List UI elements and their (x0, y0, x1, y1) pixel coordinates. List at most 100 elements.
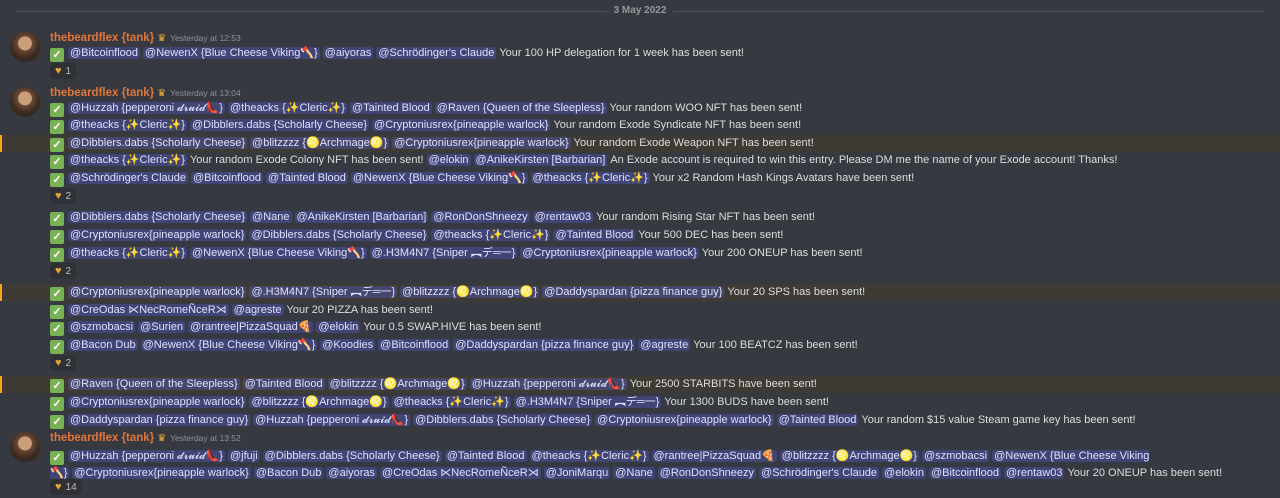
user-mention[interactable]: @blitzzzz {♌Archmage♌} (779, 450, 919, 462)
user-mention[interactable]: @Dibblers.dabs {Scholarly Cheese} (249, 229, 429, 241)
user-mention[interactable]: @Cryptoniusrex{pineapple warlock} (595, 414, 774, 426)
user-mention[interactable]: @Nane (613, 467, 655, 479)
user-mention[interactable]: @theacks {✨Cleric✨} (529, 450, 649, 462)
user-mention[interactable]: @.H3M4N7 {Sniper ︻デ═一} (513, 396, 662, 408)
user-mention[interactable]: @aiyoras (322, 47, 374, 59)
user-mention[interactable]: @Huzzah {pepperoni 𝓭𝓻𝓾𝓲𝓭👠} (253, 414, 411, 426)
user-mention[interactable]: @.H3M4N7 {Sniper ︻デ═一} (249, 286, 398, 298)
message-header: thebeardflex {tank} ♛ Yesterday at 13:52 (50, 431, 241, 445)
user-mention[interactable]: @elokin (316, 321, 361, 333)
user-mention[interactable]: @Cryptoniusrex{pineapple warlock} (68, 396, 247, 408)
user-mention[interactable]: @CreOdas ⋉NecRomeÑceR⋊ (68, 304, 229, 316)
user-mention[interactable]: @theacks {✨Cleric✨} (68, 154, 187, 166)
user-mention[interactable]: @Daddyspardan {pizza finance guy} (542, 286, 725, 298)
reaction-button[interactable]: ♥ 2 (50, 188, 77, 204)
user-mention[interactable]: @Daddyspardan {pizza finance guy} (68, 414, 251, 426)
user-mention[interactable]: @NewenX {Blue Cheese Viking🪓} (143, 47, 320, 59)
user-mention[interactable]: @Dibblers.dabs {Scholarly Cheese} (262, 450, 442, 462)
user-mention[interactable]: @Dibblers.dabs {Scholarly Cheese} (189, 119, 370, 131)
user-mention[interactable]: @Tainted Blood (266, 172, 348, 184)
author-name[interactable]: thebeardflex {tank} (50, 32, 154, 44)
user-mention[interactable]: @Cryptoniusrex{pineapple warlock} (372, 119, 551, 131)
reaction-button[interactable]: ♥ 2 (50, 355, 77, 371)
user-mention[interactable]: @rentaw03 (532, 211, 594, 223)
user-mention[interactable]: @Tainted Blood (349, 102, 432, 114)
reaction-button[interactable]: ♥ 14 (50, 479, 82, 495)
message-text: Your random Exode Syndicate NFT has been… (553, 119, 802, 131)
author-name[interactable]: thebeardflex {tank} (50, 87, 154, 99)
user-mention[interactable]: @Bitcoinflood (68, 47, 141, 59)
user-mention[interactable]: @Raven {Queen of the Sleepless} (434, 102, 607, 114)
check-mark-icon: ✓ (50, 138, 64, 152)
user-mention[interactable]: @blitzzzz {♌Archmage♌} (400, 286, 540, 298)
user-mention[interactable]: @theacks {✨Cleric✨} (431, 229, 551, 241)
user-mention[interactable]: @Cryptoniusrex{pineapple warlock} (68, 286, 247, 298)
user-mention[interactable]: @Cryptoniusrex{pineapple warlock} (520, 247, 699, 259)
user-mention[interactable]: @theacks {✨Cleric✨} (227, 102, 347, 114)
user-mention[interactable]: @Bitcoinflood (191, 172, 264, 184)
user-mention[interactable]: @Dibblers.dabs {Scholarly Cheese} (68, 137, 248, 149)
user-mention[interactable]: @theacks {✨Cleric✨} (391, 396, 511, 408)
user-mention[interactable]: @Huzzah {pepperoni 𝓭𝓻𝓾𝓲𝓭👠} (68, 450, 225, 462)
author-name[interactable]: thebeardflex {tank} (50, 432, 154, 444)
user-mention[interactable]: @AnikeKirsten [Barbarian] (294, 211, 429, 223)
user-mention[interactable]: @theacks {✨Cleric✨} (68, 247, 187, 259)
user-mention[interactable]: @Schrödinger's Claude (759, 467, 880, 479)
user-mention[interactable]: @Raven {Queen of the Sleepless} (68, 378, 240, 390)
user-mention[interactable]: @blitzzzz {♌Archmage♌} (250, 137, 390, 149)
user-mention[interactable]: @agreste (638, 339, 691, 351)
user-mention[interactable]: @blitzzzz {♌Archmage♌} (327, 378, 467, 390)
user-mention[interactable]: @Tainted Blood (444, 450, 527, 462)
user-mention[interactable]: @CreOdas ⋉NecRomeÑceR⋊ (380, 467, 541, 479)
user-mention[interactable]: @agreste (231, 304, 284, 316)
user-mention[interactable]: @NewenX {Blue Cheese Viking🪓} (189, 247, 367, 259)
user-mention[interactable]: @Koodies (320, 339, 376, 351)
user-mention[interactable]: @Tainted Blood (776, 414, 859, 426)
user-mention[interactable]: @Cryptoniusrex{pineapple warlock} (72, 467, 251, 479)
user-mention[interactable]: @szmobacsi (921, 450, 990, 462)
reaction-button[interactable]: ♥ 1 (50, 63, 77, 79)
user-mention[interactable]: @elokin (882, 467, 926, 479)
user-mention[interactable]: @Surien (138, 321, 186, 333)
user-mention[interactable]: @Tainted Blood (242, 378, 325, 390)
user-mention[interactable]: @NewenX {Blue Cheese Viking🪓} (140, 339, 318, 351)
check-mark-icon: ✓ (50, 397, 64, 411)
reaction-button[interactable]: ♥ 2 (50, 263, 77, 279)
user-mention[interactable]: @Bitcoinflood (928, 467, 1002, 479)
user-mention[interactable]: @elokin (426, 154, 471, 166)
user-mention[interactable]: @RonDonShneezy (431, 211, 530, 223)
user-mention[interactable]: @Bitcoinflood (378, 339, 451, 351)
user-mention[interactable]: @theacks {✨Cleric✨} (68, 119, 187, 131)
user-mention[interactable]: @theacks {✨Cleric✨} (530, 172, 650, 184)
user-mention[interactable]: @blitzzzz {♌Archmage♌} (249, 396, 389, 408)
user-mention[interactable]: @rantree|PizzaSquad🍕 (651, 450, 777, 462)
user-mention[interactable]: @Cryptoniusrex{pineapple warlock} (392, 137, 571, 149)
user-mention[interactable]: @Tainted Blood (553, 229, 636, 241)
user-mention[interactable]: @NewenX {Blue Cheese Viking🪓} (350, 172, 528, 184)
user-mention[interactable]: @Huzzah {pepperoni 𝓭𝓻𝓾𝓲𝓭👠} (68, 102, 225, 114)
user-mention[interactable]: @Bacon Dub (68, 339, 138, 351)
user-mention[interactable]: @rentaw03 (1004, 467, 1065, 479)
check-mark-icon: ✓ (50, 287, 64, 301)
user-mention[interactable]: @Cryptoniusrex{pineapple warlock} (68, 229, 247, 241)
user-mention[interactable]: @rantree|PizzaSquad🍕 (188, 321, 314, 333)
message-text: Your random Rising Star NFT has been sen… (596, 211, 815, 223)
user-mention[interactable]: @Dibblers.dabs {Scholarly Cheese} (68, 211, 248, 223)
user-mention[interactable]: @Huzzah {pepperoni 𝓭𝓻𝓾𝓲𝓭👠} (469, 378, 627, 390)
user-mention[interactable]: @Dibblers.dabs {Scholarly Cheese} (413, 414, 593, 426)
user-mention[interactable]: @JoniMarqu (543, 467, 611, 479)
user-mention[interactable]: @Nane (250, 211, 292, 223)
user-mention[interactable]: @AnikeKirsten [Barbarian] (473, 154, 608, 166)
user-mention[interactable]: @szmobacsi (68, 321, 136, 333)
date-divider-label: 3 May 2022 (607, 5, 673, 16)
user-mention[interactable]: @RonDonShneezy (657, 467, 757, 479)
user-mention[interactable]: @Daddyspardan {pizza finance guy} (453, 339, 636, 351)
user-mention[interactable]: @Schrödinger's Claude (376, 47, 497, 59)
user-mention[interactable]: @aiyoras (326, 467, 378, 479)
user-mention[interactable]: @Bacon Dub (253, 467, 324, 479)
user-mention[interactable]: @.H3M4N7 {Sniper ︻デ═一} (369, 247, 518, 259)
crown-icon: ♛ (157, 33, 167, 44)
user-mention[interactable]: @jfuji (227, 450, 260, 462)
message-text: Your random WOO NFT has been sent! (609, 102, 803, 114)
user-mention[interactable]: @Schrödinger's Claude (68, 172, 188, 184)
